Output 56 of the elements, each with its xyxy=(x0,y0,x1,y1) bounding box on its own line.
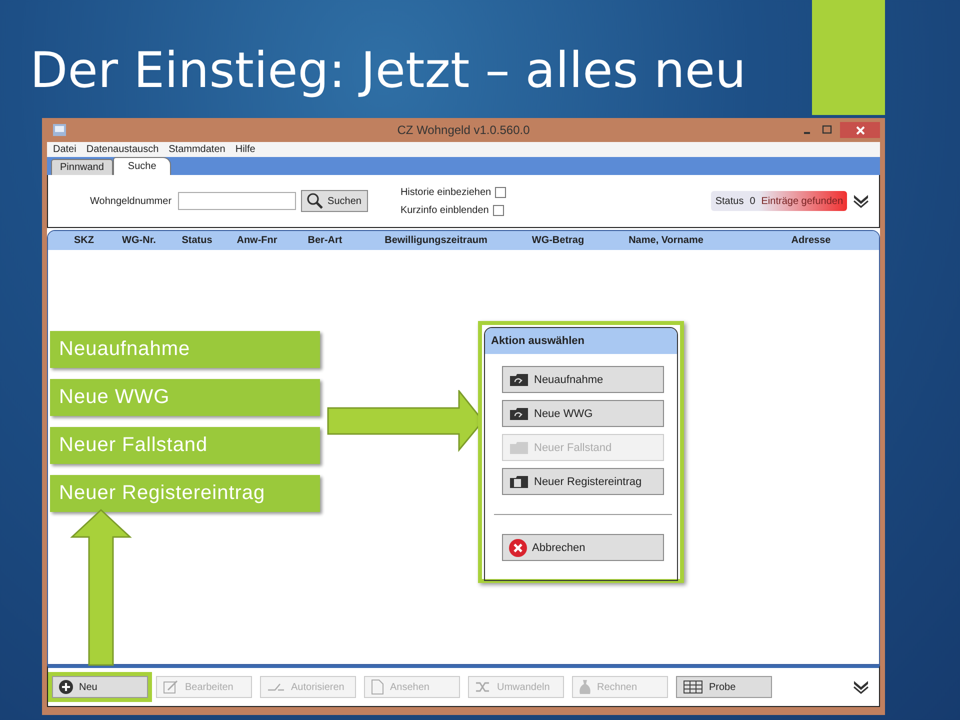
column-header[interactable]: WG-Betrag xyxy=(510,235,606,246)
menu-item[interactable]: Hilfe xyxy=(235,144,256,155)
callout-label: Neuer Registereintrag xyxy=(50,475,320,512)
action-button[interactable]: Neuaufnahme xyxy=(502,366,664,393)
tab[interactable]: Pinnwand xyxy=(51,159,113,175)
search-button[interactable]: Suchen xyxy=(300,190,368,212)
column-header[interactable]: Ber-Art xyxy=(288,235,362,246)
result-count: 0 xyxy=(750,196,756,206)
folder-icon xyxy=(509,440,529,454)
column-header[interactable]: Bewilligungszeitraum xyxy=(362,235,510,246)
checkbox[interactable] xyxy=(492,204,504,216)
close-icon xyxy=(856,126,864,134)
cancel-button[interactable]: Abbrechen xyxy=(502,534,664,561)
slide-title: Der Einstieg: Jetzt – alles neu xyxy=(29,41,746,101)
folder-icon xyxy=(509,406,529,420)
menu-item[interactable]: Datei xyxy=(53,144,76,155)
column-header[interactable]: Status xyxy=(168,235,226,246)
checkbox-label: Historie einbeziehen xyxy=(400,186,492,198)
close-button[interactable] xyxy=(840,122,880,138)
column-header[interactable]: Name, Vorname xyxy=(606,235,726,246)
money-bag-icon xyxy=(579,679,591,695)
maximize-icon[interactable] xyxy=(820,124,834,136)
dialog-title: Aktion auswählen xyxy=(485,328,677,354)
search-icon xyxy=(306,192,324,210)
status-message: Einträge gefunden xyxy=(761,196,843,206)
column-header[interactable]: WG-Nr. xyxy=(110,235,168,246)
status-label: Status xyxy=(715,196,744,206)
checkbox-label: Kurzinfo einblenden xyxy=(400,204,489,216)
callout-label: Neuaufnahme xyxy=(50,331,320,368)
edit-icon xyxy=(163,680,179,694)
column-header[interactable]: Anw-Fnr xyxy=(226,235,288,246)
window-title: CZ Wohngeld v1.0.560.0 xyxy=(396,123,531,137)
action-button[interactable]: Neuer Registereintrag xyxy=(502,468,664,495)
signature-icon xyxy=(267,681,285,693)
callout-label: Neue WWG xyxy=(50,379,320,416)
plus-icon xyxy=(59,680,73,694)
callout-label: Neuer Fallstand xyxy=(50,427,320,464)
action-button[interactable]: Neue WWG xyxy=(502,400,664,427)
folder-icon xyxy=(509,474,529,488)
expand-icon[interactable] xyxy=(853,679,869,695)
app-icon xyxy=(53,124,66,136)
close-icon xyxy=(509,538,527,556)
document-icon xyxy=(371,679,384,695)
table-icon xyxy=(683,680,703,694)
tab[interactable]: Suche xyxy=(112,157,172,175)
column-header[interactable]: Adresse xyxy=(726,235,879,246)
folder-icon xyxy=(509,372,529,386)
menu-item[interactable]: Datenaustausch xyxy=(86,144,159,155)
search-field[interactable] xyxy=(178,192,296,210)
field-label: Wohngeldnummer xyxy=(90,196,172,206)
collapse-icon[interactable] xyxy=(853,193,869,209)
checkbox[interactable] xyxy=(495,186,506,198)
column-header[interactable]: SKZ xyxy=(58,235,110,246)
toolbar-button[interactable]: Probe xyxy=(676,676,772,698)
shuffle-icon xyxy=(475,680,491,694)
menu-item[interactable]: Stammdaten xyxy=(168,144,226,155)
